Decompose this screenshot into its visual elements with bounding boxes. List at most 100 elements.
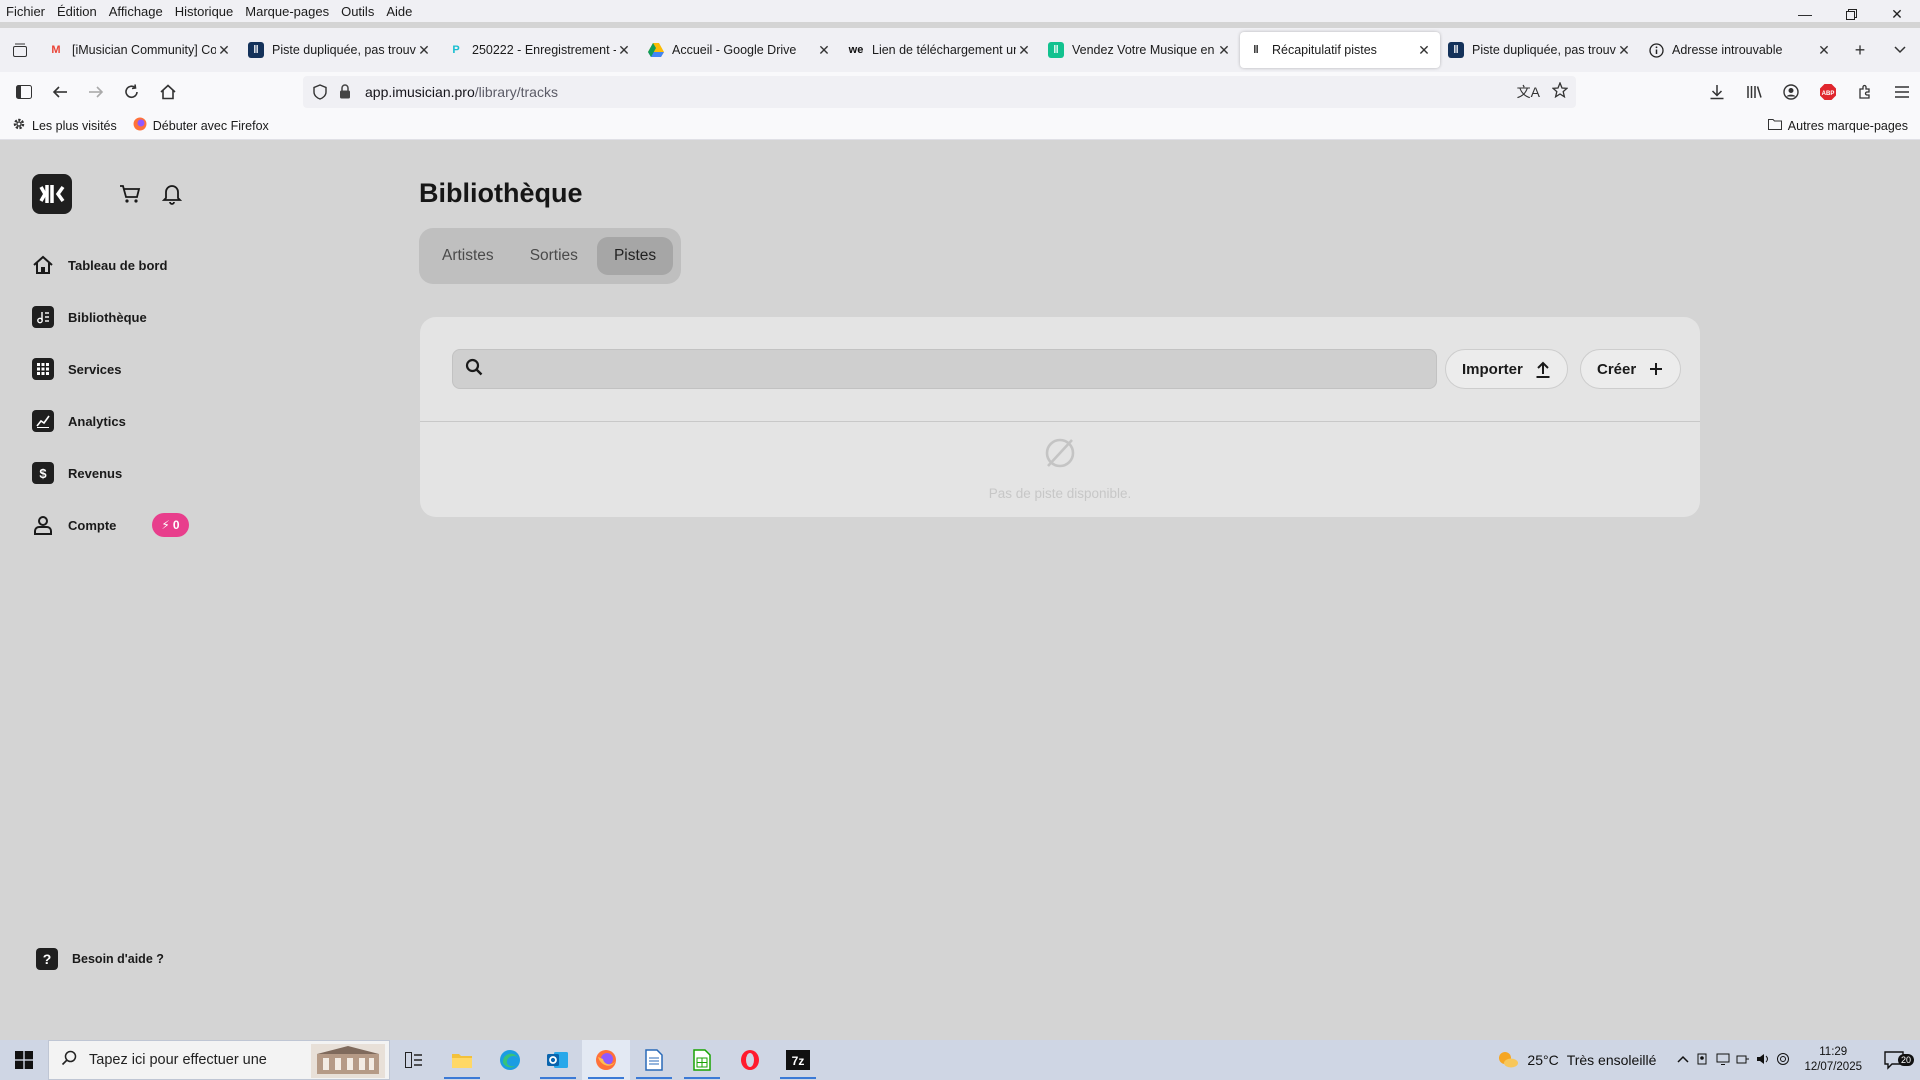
sidebar-item-library[interactable]: Bibliothèque bbox=[32, 303, 147, 331]
windows-start-icon[interactable] bbox=[0, 1040, 48, 1080]
task-view-icon[interactable] bbox=[390, 1040, 438, 1080]
imusician-icon: ‖ bbox=[1448, 42, 1464, 58]
imusician-logo[interactable] bbox=[32, 174, 72, 214]
cart-icon[interactable] bbox=[116, 180, 144, 208]
tab-artistes[interactable]: Artistes bbox=[425, 237, 511, 275]
close-tab-icon[interactable]: ✕ bbox=[216, 42, 232, 59]
menu-outils[interactable]: Outils bbox=[341, 4, 374, 19]
browser-tab[interactable]: P 250222 - Enregistrement - ✕ bbox=[440, 32, 640, 68]
tab-title: [iMusician Community] Co bbox=[72, 43, 216, 57]
library-icon[interactable] bbox=[1735, 76, 1772, 108]
revenue-icon: $ bbox=[32, 462, 54, 484]
network-icon[interactable] bbox=[1736, 1052, 1750, 1069]
close-tab-icon[interactable]: ✕ bbox=[1216, 42, 1232, 59]
lock-icon[interactable] bbox=[339, 84, 351, 102]
close-tab-icon[interactable]: ✕ bbox=[1616, 42, 1632, 59]
reload-icon[interactable] bbox=[114, 76, 150, 108]
tab-title: Piste dupliquée, pas trouvé bbox=[1472, 43, 1616, 57]
tab-pistes[interactable]: Pistes bbox=[596, 237, 674, 275]
forward-icon[interactable] bbox=[78, 76, 114, 108]
browser-tab[interactable]: M [iMusician Community] Co ✕ bbox=[40, 32, 240, 68]
clock[interactable]: 11:29 12/07/2025 bbox=[1804, 1045, 1862, 1075]
shield-icon[interactable] bbox=[313, 84, 327, 103]
close-tab-icon[interactable]: ✕ bbox=[1416, 42, 1432, 59]
weather-widget[interactable]: 25°C Très ensoleillé bbox=[1497, 1050, 1656, 1071]
browser-tab-active[interactable]: ‖ Récapitulatif pistes ✕ bbox=[1240, 32, 1440, 68]
import-button[interactable]: Importer bbox=[1445, 349, 1568, 389]
search-input[interactable] bbox=[452, 349, 1437, 389]
help-link[interactable]: ? Besoin d'aide ? bbox=[36, 948, 164, 970]
sidebar-item-account[interactable]: Compte ⚡︎ 0 bbox=[32, 511, 189, 539]
new-tab-icon[interactable]: + bbox=[1840, 32, 1880, 68]
bookmark-getting-started[interactable]: Débuter avec Firefox bbox=[133, 117, 269, 134]
extensions-icon[interactable] bbox=[1846, 76, 1883, 108]
close-tab-icon[interactable]: ✕ bbox=[1816, 42, 1832, 59]
sidebar-item-services[interactable]: Services bbox=[32, 355, 122, 383]
search-icon bbox=[465, 358, 483, 381]
location-icon[interactable] bbox=[1776, 1052, 1790, 1069]
close-tab-icon[interactable]: ✕ bbox=[816, 42, 832, 59]
7zip-icon[interactable]: 7z bbox=[774, 1040, 822, 1080]
menu-marque-pages[interactable]: Marque-pages bbox=[245, 4, 329, 19]
chevron-down-icon[interactable] bbox=[1880, 32, 1920, 68]
menu-aide[interactable]: Aide bbox=[386, 4, 412, 19]
translate-icon[interactable]: 文A bbox=[1517, 82, 1540, 102]
calc-icon[interactable] bbox=[678, 1040, 726, 1080]
browser-tab[interactable]: ‖ Piste dupliquée, pas trouvé ✕ bbox=[240, 32, 440, 68]
account-icon[interactable] bbox=[1772, 76, 1809, 108]
badge-count: 0 bbox=[172, 518, 180, 532]
close-window-icon[interactable]: ✕ bbox=[1874, 0, 1920, 28]
home-icon[interactable] bbox=[150, 76, 186, 108]
bell-icon[interactable] bbox=[158, 180, 186, 208]
sidebar-toggle-icon[interactable] bbox=[6, 76, 42, 108]
browser-tab[interactable]: we Lien de téléchargement un ✕ bbox=[840, 32, 1040, 68]
sidebar-item-revenue[interactable]: $ Revenus bbox=[32, 459, 122, 487]
create-button[interactable]: Créer bbox=[1580, 349, 1682, 389]
url-text[interactable]: app.imusician.pro/library/tracks bbox=[365, 84, 558, 100]
menu-historique[interactable]: Historique bbox=[175, 4, 234, 19]
user-icon bbox=[32, 514, 54, 536]
account-badge[interactable]: ⚡︎ 0 bbox=[152, 513, 189, 537]
sidebar-item-analytics[interactable]: Analytics bbox=[32, 407, 126, 435]
taskbar-search-input[interactable]: Tapez ici pour effectuer une bbox=[48, 1040, 390, 1080]
hamburger-menu-icon[interactable] bbox=[1883, 76, 1920, 108]
back-icon[interactable] bbox=[42, 76, 78, 108]
firefox-taskbar-icon[interactable] bbox=[582, 1040, 630, 1080]
edge-icon[interactable] bbox=[486, 1040, 534, 1080]
tab-list-icon[interactable] bbox=[0, 30, 40, 70]
chevron-up-icon[interactable] bbox=[1676, 1052, 1690, 1069]
meet-now-icon[interactable] bbox=[1696, 1052, 1710, 1069]
display-icon[interactable] bbox=[1716, 1052, 1730, 1069]
sidebar-item-label: Services bbox=[68, 361, 122, 377]
tab-sorties[interactable]: Sorties bbox=[513, 237, 595, 275]
sidebar-item-dashboard[interactable]: Tableau de bord bbox=[32, 251, 167, 279]
opera-icon[interactable] bbox=[726, 1040, 774, 1080]
menu-edition[interactable]: Édition bbox=[57, 4, 97, 19]
tab-title: Vendez Votre Musique en L bbox=[1072, 43, 1216, 57]
browser-tab[interactable]: ‖ Piste dupliquée, pas trouvé ✕ bbox=[1440, 32, 1640, 68]
adblock-icon[interactable]: ABP bbox=[1809, 76, 1846, 108]
file-explorer-icon[interactable] bbox=[438, 1040, 486, 1080]
download-icon[interactable] bbox=[1698, 76, 1735, 108]
tray-icons bbox=[1676, 1052, 1790, 1069]
address-bar[interactable]: app.imusician.pro/library/tracks 文A bbox=[303, 76, 1576, 108]
close-tab-icon[interactable]: ✕ bbox=[616, 42, 632, 59]
browser-tab[interactable]: Adresse introuvable ✕ bbox=[1640, 32, 1840, 68]
library-icon bbox=[32, 306, 54, 328]
writer-icon[interactable] bbox=[630, 1040, 678, 1080]
outlook-icon[interactable] bbox=[534, 1040, 582, 1080]
restore-icon[interactable] bbox=[1828, 0, 1874, 28]
browser-tab[interactable]: ‖ Vendez Votre Musique en L ✕ bbox=[1040, 32, 1240, 68]
close-tab-icon[interactable]: ✕ bbox=[416, 42, 432, 59]
browser-tab[interactable]: Accueil - Google Drive ✕ bbox=[640, 32, 840, 68]
bookmark-most-visited[interactable]: Les plus visités bbox=[12, 117, 117, 134]
menu-fichier[interactable]: Fichier bbox=[6, 4, 45, 19]
bookmark-other[interactable]: Autres marque-pages bbox=[1767, 118, 1908, 133]
lightning-icon: ⚡︎ bbox=[161, 518, 170, 532]
minimize-icon[interactable]: — bbox=[1782, 0, 1828, 28]
close-tab-icon[interactable]: ✕ bbox=[1016, 42, 1032, 59]
notification-center-icon[interactable]: 20 bbox=[1880, 1050, 1914, 1070]
menu-affichage[interactable]: Affichage bbox=[109, 4, 163, 19]
bookmark-star-icon[interactable] bbox=[1551, 81, 1569, 102]
volume-icon[interactable] bbox=[1756, 1052, 1770, 1069]
